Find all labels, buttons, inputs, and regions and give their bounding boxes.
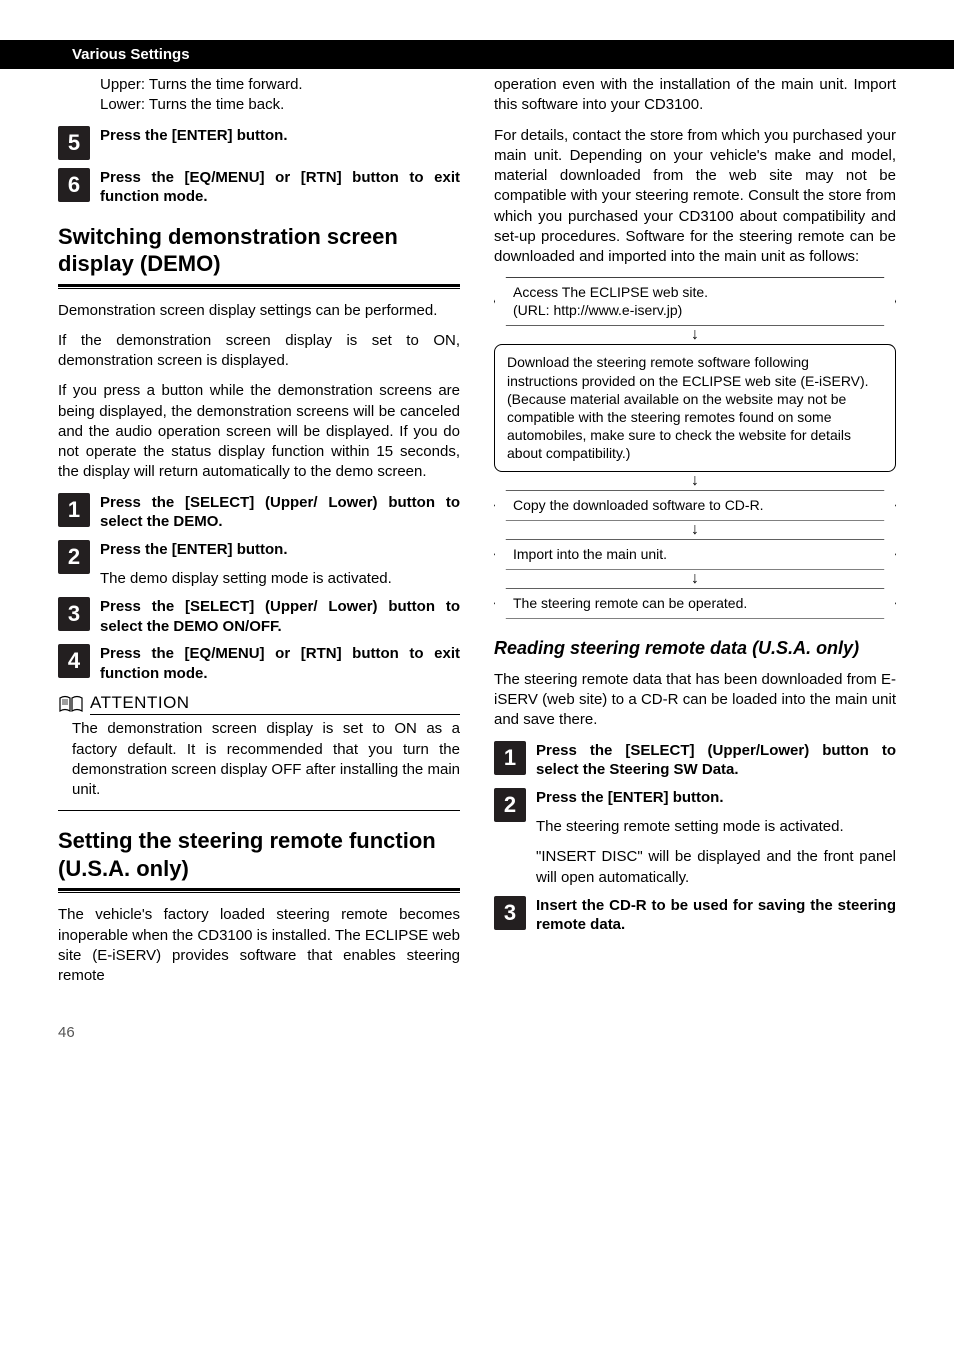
demo-step-2-text: Press the [ENTER] button. The demo displ… xyxy=(100,540,460,590)
reading-para: The steering remote data that has been d… xyxy=(494,670,896,731)
attention-header: ATTENTION xyxy=(58,693,460,715)
demo-step-1-text: Press the [SELECT] (Upper/ Lower) button… xyxy=(100,493,460,532)
reading-step-1-text: Press the [SELECT] (Upper/Lower) button … xyxy=(536,741,896,780)
section-header-bar: Various Settings xyxy=(0,40,954,69)
reading-step-2: 2 Press the [ENTER] button. The steering… xyxy=(494,788,896,888)
right-para-2: For details, contact the store from whic… xyxy=(494,126,896,268)
flow-arrow: ↓ xyxy=(494,329,896,342)
demo-step-3: 3 Press the [SELECT] (Upper/ Lower) butt… xyxy=(58,597,460,636)
reading-step-1: 1 Press the [SELECT] (Upper/Lower) butto… xyxy=(494,741,896,780)
step-6: 6 Press the [EQ/MENU] or [RTN] button to… xyxy=(58,168,460,207)
flow-box-4: Import into the main unit. xyxy=(494,539,896,569)
flow-arrow: ↓ xyxy=(494,524,896,537)
step-number-2: 2 xyxy=(58,540,90,574)
heading-demo: Switching demonstration screen display (… xyxy=(58,223,460,278)
heading-rule-2 xyxy=(58,888,460,893)
subheading-reading: Reading steering remote data (U.S.A. onl… xyxy=(494,637,896,660)
step-5: 5 Press the [ENTER] button. xyxy=(58,126,460,160)
steering-para: The vehicle's factory loaded steering re… xyxy=(58,905,460,986)
left-column: Upper: Turns the time forward. Lower: Tu… xyxy=(58,75,460,996)
flow-box-5: The steering remote can be operated. xyxy=(494,588,896,618)
flow-arrow: ↓ xyxy=(494,475,896,488)
demo-para-2: If the demonstration screen display is s… xyxy=(58,331,460,372)
reading-step-2-main: Press the [ENTER] button. xyxy=(536,789,724,806)
step-number-5: 5 xyxy=(58,126,90,160)
flow-box-1a: Access The ECLIPSE web site. xyxy=(513,284,708,300)
demo-step-2: 2 Press the [ENTER] button. The demo dis… xyxy=(58,540,460,590)
right-column: operation even with the installation of … xyxy=(494,75,896,996)
demo-step-1: 1 Press the [SELECT] (Upper/ Lower) butt… xyxy=(58,493,460,532)
reading-step-2-text: Press the [ENTER] button. The steering r… xyxy=(536,788,896,888)
step-number-4: 4 xyxy=(58,644,90,678)
demo-step-2-main: Press the [ENTER] button. xyxy=(100,541,288,558)
flow-arrow: ↓ xyxy=(494,573,896,586)
demo-step-3-text: Press the [SELECT] (Upper/ Lower) button… xyxy=(100,597,460,636)
lower-line: Lower: Turns the time back. xyxy=(100,96,284,113)
step-5-text: Press the [ENTER] button. xyxy=(100,126,460,146)
reading-step-3: 3 Insert the CD-R to be used for saving … xyxy=(494,896,896,935)
book-icon xyxy=(58,695,84,713)
step-number-3: 3 xyxy=(58,597,90,631)
right-para-1: operation even with the installation of … xyxy=(494,75,896,116)
flow-box-1b: (URL: http://www.e-iserv.jp) xyxy=(513,302,682,318)
time-direction-text: Upper: Turns the time forward. Lower: Tu… xyxy=(100,75,460,116)
demo-step-2-sub: The demo display setting mode is activat… xyxy=(100,569,460,589)
attention-text: The demonstration screen display is set … xyxy=(72,719,460,800)
demo-para-3: If you press a button while the demonstr… xyxy=(58,381,460,482)
demo-para-1: Demonstration screen display settings ca… xyxy=(58,301,460,321)
reading-step-2-sub2: "INSERT DISC" will be displayed and the … xyxy=(536,847,896,888)
attention-label: ATTENTION xyxy=(90,693,460,715)
step-number-6: 6 xyxy=(58,168,90,202)
page-number: 46 xyxy=(58,1024,896,1041)
step-number-2b: 2 xyxy=(494,788,526,822)
flow-box-1: Access The ECLIPSE web site. (URL: http:… xyxy=(494,277,896,325)
heading-rule xyxy=(58,284,460,289)
step-number-1: 1 xyxy=(58,493,90,527)
flow-box-2: Download the steering remote software fo… xyxy=(494,344,896,471)
flow-box-3: Copy the downloaded software to CD-R. xyxy=(494,490,896,520)
reading-step-2-sub1: The steering remote setting mode is acti… xyxy=(536,817,896,837)
step-number-1b: 1 xyxy=(494,741,526,775)
attention-end-rule xyxy=(58,810,460,811)
upper-line: Upper: Turns the time forward. xyxy=(100,76,303,93)
step-number-3b: 3 xyxy=(494,896,526,930)
heading-steering: Setting the steering remote function (U.… xyxy=(58,827,460,882)
demo-step-4-text: Press the [EQ/MENU] or [RTN] button to e… xyxy=(100,644,460,683)
reading-step-3-text: Insert the CD-R to be used for saving th… xyxy=(536,896,896,935)
demo-step-4: 4 Press the [EQ/MENU] or [RTN] button to… xyxy=(58,644,460,683)
flowchart: Access The ECLIPSE web site. (URL: http:… xyxy=(494,277,896,618)
step-6-text: Press the [EQ/MENU] or [RTN] button to e… xyxy=(100,168,460,207)
two-column-layout: Upper: Turns the time forward. Lower: Tu… xyxy=(58,75,896,996)
